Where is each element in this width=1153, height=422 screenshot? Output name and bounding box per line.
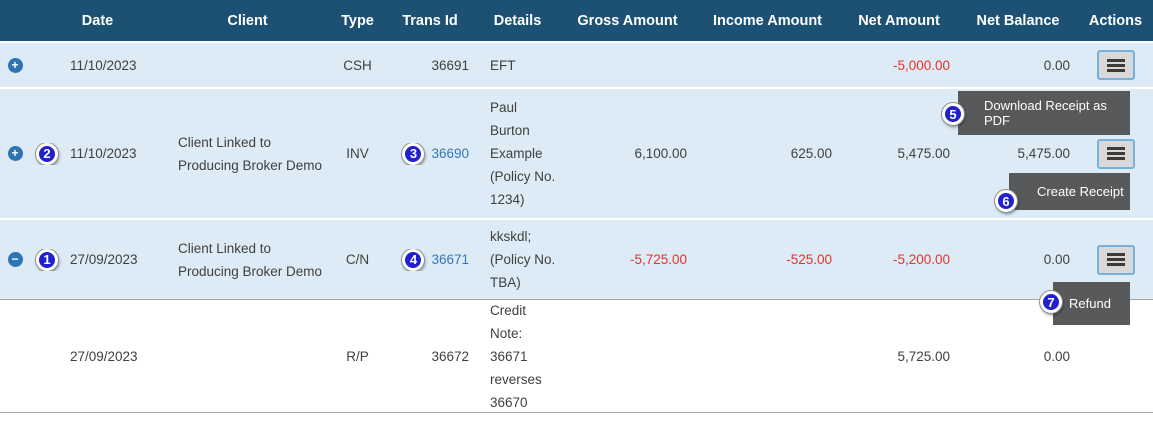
client-cell: Client Linked to Producing Broker Demo xyxy=(178,240,323,279)
details-cell: Paul Burton Example (Policy No. 1234) xyxy=(490,100,556,207)
client-cell: Client Linked to Producing Broker Demo xyxy=(178,134,323,173)
details-cell: Credit Note: 36671 reverses 36670 xyxy=(490,302,542,410)
expand-plus-icon[interactable]: + xyxy=(7,146,23,161)
hamburger-icon xyxy=(1106,147,1125,150)
type-cell: R/P xyxy=(346,348,369,364)
net-amount-cell: -5,000.00 xyxy=(892,57,950,73)
table-row: + 11/10/2023 CSH 36691 EFT -5,000.00 0.0… xyxy=(0,43,1153,89)
table-row: 27/09/2023 R/P 36672 Credit Note: 36671 … xyxy=(0,300,1153,413)
details-cell: EFT xyxy=(490,57,516,73)
col-header-details: Details xyxy=(493,12,542,29)
annotation-badge-5: 5 xyxy=(942,103,964,125)
net-balance-cell: 0.00 xyxy=(1043,57,1070,73)
gross-amount-cell: -5,725.00 xyxy=(629,252,687,267)
type-cell: INV xyxy=(346,146,369,161)
col-header-gross-amount: Gross Amount xyxy=(577,12,678,29)
net-amount-cell: 5,475.00 xyxy=(897,146,950,161)
annotation-badge-7: 7 xyxy=(1040,291,1062,313)
row-actions-menu-button[interactable] xyxy=(1096,50,1135,80)
trans-id: 36672 xyxy=(431,348,469,364)
hamburger-icon xyxy=(1106,58,1125,62)
expand-plus-icon[interactable]: + xyxy=(7,57,23,73)
row-actions-menu-button[interactable] xyxy=(1096,244,1135,275)
date-cell: 11/10/2023 xyxy=(70,57,137,73)
create-receipt-tooltip[interactable]: 6 Create Receipt xyxy=(995,173,1130,212)
tooltip-label: Download Receipt as PDF xyxy=(984,98,1107,128)
date-cell: 27/09/2023 xyxy=(70,348,138,364)
net-balance-cell: 0.00 xyxy=(1043,348,1070,364)
income-amount-cell: 625.00 xyxy=(790,146,832,161)
gross-amount-cell: 6,100.00 xyxy=(634,146,687,161)
table-row: − 1 27/09/2023 Client Linked to Producin… xyxy=(0,220,1153,300)
tooltip-label: Create Receipt xyxy=(1037,184,1124,199)
tooltip-label: Refund xyxy=(1069,296,1111,311)
annotation-badge-4: 4 xyxy=(402,248,425,271)
income-amount-cell: -525.00 xyxy=(786,252,832,267)
col-header-trans-id: Trans Id xyxy=(402,12,458,29)
col-header-net-balance: Net Balance xyxy=(976,12,1060,29)
net-balance-cell: 0.00 xyxy=(1043,252,1070,267)
annotation-badge-1: 1 xyxy=(36,248,58,271)
col-header-income-amount: Income Amount xyxy=(712,12,823,29)
collapse-minus-icon[interactable]: − xyxy=(7,252,23,267)
net-amount-cell: 5,725.00 xyxy=(897,348,950,364)
trans-id-link[interactable]: 36690 xyxy=(431,146,469,161)
row-actions-menu-button[interactable] xyxy=(1096,138,1135,169)
refund-tooltip[interactable]: 7 Refund xyxy=(1040,282,1130,325)
details-cell: kkskdl; (Policy No. TBA) xyxy=(490,229,556,290)
col-header-client: Client xyxy=(227,12,268,29)
transactions-table: Date Client Type Trans Id Details Gross … xyxy=(0,0,1153,422)
col-header-date: Date xyxy=(81,12,114,29)
type-cell: CSH xyxy=(343,57,372,73)
net-balance-cell: 5,475.00 xyxy=(1017,146,1070,161)
trans-id-link[interactable]: 36671 xyxy=(431,252,469,267)
net-amount-cell: -5,200.00 xyxy=(892,252,950,267)
hamburger-icon xyxy=(1106,253,1125,256)
trans-id: 36691 xyxy=(431,57,469,73)
col-header-type: Type xyxy=(341,12,374,29)
annotation-badge-6: 6 xyxy=(995,190,1017,212)
annotation-badge-2: 2 xyxy=(36,142,58,165)
table-header: Date Client Type Trans Id Details Gross … xyxy=(0,0,1153,43)
date-cell: 11/10/2023 xyxy=(70,146,137,161)
col-header-net-amount: Net Amount xyxy=(858,12,940,29)
annotation-badge-3: 3 xyxy=(402,142,425,165)
date-cell: 27/09/2023 xyxy=(70,252,138,267)
download-receipt-tooltip[interactable]: 5 Download Receipt as PDF xyxy=(942,91,1130,135)
col-header-actions: Actions xyxy=(1088,12,1143,29)
type-cell: C/N xyxy=(345,252,370,267)
